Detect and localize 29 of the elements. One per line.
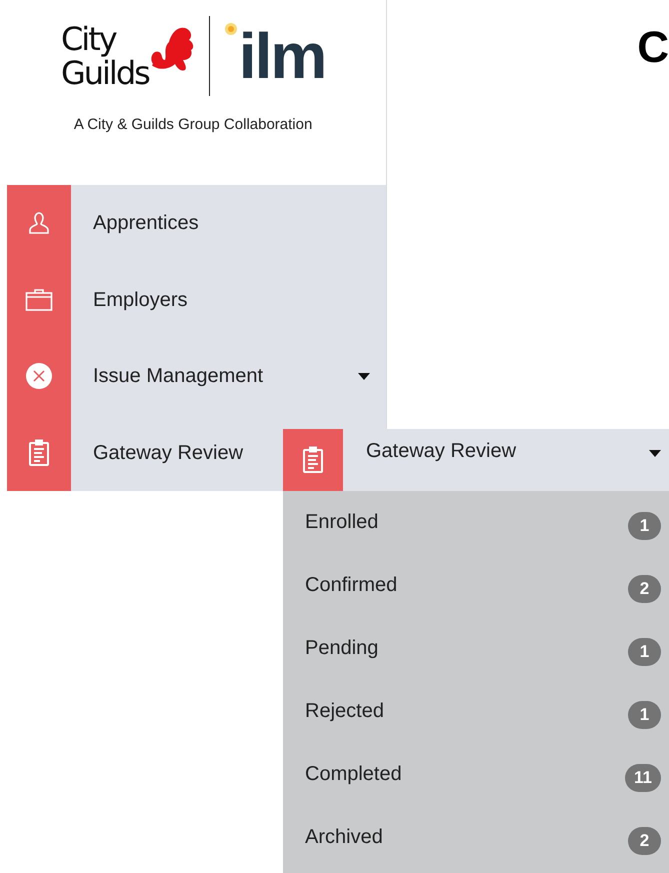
clipboard-icon <box>28 438 50 467</box>
count-badge: 1 <box>628 701 661 729</box>
submenu-item[interactable]: Rejected <box>305 696 628 726</box>
ilm-logo-text: ilm <box>238 24 326 88</box>
briefcase-icon <box>25 288 53 312</box>
submenu-item[interactable]: Pending <box>305 633 628 663</box>
submenu-item[interactable]: Confirmed <box>305 570 628 600</box>
submenu-item[interactable]: Enrolled <box>305 507 628 537</box>
person-icon <box>28 211 50 236</box>
page-heading: C <box>637 23 669 72</box>
close-circle-icon <box>26 363 52 390</box>
clipboard-icon <box>302 446 324 474</box>
count-badge: 2 <box>628 827 661 855</box>
count-badge: 1 <box>628 638 661 666</box>
sidebar-item[interactable]: Issue Management <box>7 338 386 414</box>
sidebar-item[interactable]: Apprentices <box>7 185 386 262</box>
sidebar-item[interactable]: Employers <box>7 262 386 338</box>
submenu-item[interactable]: Archived <box>305 822 628 852</box>
count-badge: 1 <box>628 512 661 540</box>
submenu-item[interactable]: Completed <box>305 759 626 789</box>
count-badge: 2 <box>628 575 661 603</box>
logo-tagline: A City & Guilds Group Collaboration <box>74 115 312 135</box>
logo-wordmark: Guilds <box>60 56 149 90</box>
submenu-header[interactable]: Gateway Review <box>283 429 669 491</box>
count-badge: 11 <box>625 764 661 792</box>
sparkle-icon <box>224 22 238 36</box>
logo-wordmark: City <box>60 22 118 56</box>
caret-icon <box>358 372 370 380</box>
caret-icon <box>649 450 661 456</box>
